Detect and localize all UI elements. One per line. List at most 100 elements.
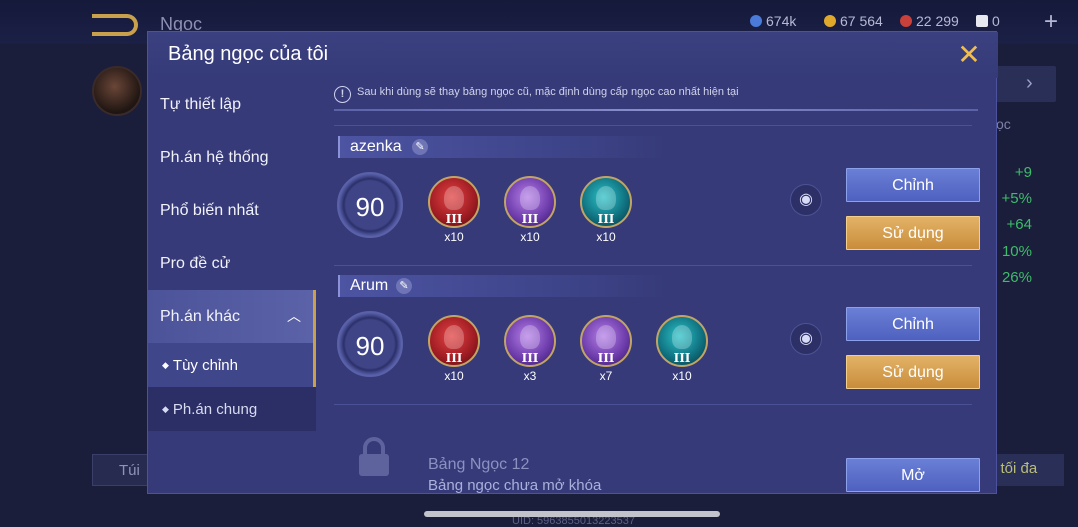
teal-rune-icon[interactable]: III <box>580 176 632 228</box>
sidebar-item-custom-setup[interactable]: Tự thiết lập <box>148 78 316 131</box>
level-value: 90 <box>355 192 385 222</box>
bag-button[interactable]: Túi <box>92 454 152 486</box>
blue-gem-icon <box>750 15 762 27</box>
dialog-header: Bảng ngọc của tôi ✕ <box>148 32 998 78</box>
pencil-icon[interactable]: ✎ <box>412 139 428 155</box>
red-rune-icon[interactable]: III <box>428 315 480 367</box>
purple-rune-icon[interactable]: III <box>580 315 632 367</box>
gold-coin-icon <box>824 15 836 27</box>
rune-shape <box>520 325 540 349</box>
rune-count: x10 <box>444 369 464 383</box>
rune-tier: III <box>445 351 463 365</box>
dialog-title: Bảng ngọc của tôi <box>168 43 329 65</box>
rune-shape <box>596 325 616 349</box>
sidebar-item-label: Phổ biến nhất <box>160 202 259 219</box>
eye-icon[interactable]: ◉ <box>790 323 822 355</box>
teal-rune-icon[interactable]: III <box>656 315 708 367</box>
currency-cards: 0 <box>976 13 1000 29</box>
diamond-icon: ◆ <box>162 360 169 370</box>
edit-button[interactable]: Chỉnh <box>846 168 980 202</box>
red-gem-icon <box>900 15 912 27</box>
rune-page-arum: Arum ✎ 90 III x10 III x3 III x7 III x10 … <box>334 275 980 405</box>
close-icon[interactable]: ✕ <box>956 41 982 69</box>
stat-value: +5% <box>1001 190 1032 207</box>
level-value: 90 <box>355 331 385 361</box>
sidebar-subitem-label: Ph.án chung <box>172 401 258 418</box>
sidebar-item-pro-recommended[interactable]: Pro đề cử <box>148 237 316 290</box>
sidebar-item-label: Ph.án khác <box>160 308 241 325</box>
currency-red-gems: 22 299 <box>900 13 959 29</box>
chevron-up-icon: ︿ <box>287 308 301 324</box>
level-badge: 90 <box>337 311 403 377</box>
notice: ! Sau khi dùng sẽ thay bảng ngọc cũ, mặc … <box>334 86 980 106</box>
sidebar-subitem-label: Tùy chỉnh <box>172 357 238 374</box>
sidebar: Tự thiết lập Ph.án hệ thống Phổ biến nhấ… <box>148 78 316 434</box>
home-indicator[interactable] <box>424 511 720 517</box>
divider <box>334 265 972 266</box>
page-name-bar: Arum ✎ <box>338 275 668 297</box>
page-name: Arum <box>350 277 389 294</box>
page-name: azenka <box>350 138 402 155</box>
card-icon <box>976 15 988 27</box>
rune-tier: III <box>673 351 691 365</box>
sidebar-item-label: Pro đề cử <box>160 255 231 272</box>
lock-icon <box>359 437 389 476</box>
rune-tier: III <box>445 212 463 226</box>
sidebar-item-label: Ph.án hệ thống <box>160 149 269 166</box>
rune-shape <box>596 186 616 210</box>
sidebar-item-most-popular[interactable]: Phổ biến nhất <box>148 184 316 237</box>
rune-count: x10 <box>520 230 540 244</box>
red-rune-icon[interactable]: III <box>428 176 480 228</box>
stat-value: +64 <box>1006 216 1032 233</box>
rune-page-azenka: azenka ✎ 90 III x10 III x10 III x10 ◉ Ch… <box>334 136 980 266</box>
use-button[interactable]: Sử dụng <box>846 216 980 250</box>
edit-button[interactable]: Chỉnh <box>846 307 980 341</box>
rune-pages-dialog: Bảng ngọc của tôi ✕ Tự thiết lập Ph.án h… <box>147 31 998 494</box>
diamond-icon: ◆ <box>162 404 169 414</box>
background-label: ọc <box>996 116 1011 132</box>
stat-value: +9 <box>1014 164 1032 181</box>
rune-shape <box>672 325 692 349</box>
stat-value: 26% <box>1001 269 1032 286</box>
rune-pages-list: ! Sau khi dùng sẽ thay bảng ngọc cũ, mặc … <box>334 78 980 494</box>
stat-value: 10% <box>1001 243 1032 260</box>
divider <box>334 404 972 405</box>
sidebar-item-system-plans[interactable]: Ph.án hệ thống <box>148 131 316 184</box>
rune-shape <box>444 325 464 349</box>
currency-blue-gems: 674k <box>750 13 796 29</box>
rune-count: x10 <box>672 369 692 383</box>
sidebar-subitem-shared[interactable]: ◆ Ph.án chung <box>148 387 316 431</box>
purple-rune-icon[interactable]: III <box>504 176 556 228</box>
rune-tier: III <box>521 212 539 226</box>
currency-gold: 67 564 <box>824 13 883 29</box>
locked-page-title: Bảng Ngọc 12 <box>428 456 530 473</box>
unlock-button[interactable]: Mở <box>846 458 980 492</box>
rune-count: x7 <box>599 369 613 383</box>
use-button[interactable]: Sử dụng <box>846 355 980 389</box>
sidebar-item-other-plans[interactable]: Ph.án khác ︿ <box>148 290 316 343</box>
chevron-right-icon[interactable]: › <box>1026 72 1033 95</box>
max-button[interactable]: o tối đa <box>986 454 1064 486</box>
divider <box>334 109 978 111</box>
rune-shape <box>520 186 540 210</box>
info-icon: ! <box>334 86 351 103</box>
rune-tier: III <box>597 351 615 365</box>
locked-page-subtitle: Bảng ngọc chưa mở khóa <box>428 477 602 494</box>
rune-count: x10 <box>596 230 616 244</box>
notice-text: Sau khi dùng sẽ thay bảng ngọc cũ, mặc đ… <box>357 86 739 98</box>
add-currency-icon[interactable]: + <box>1044 8 1058 36</box>
rune-shape <box>444 186 464 210</box>
eye-icon[interactable]: ◉ <box>790 184 822 216</box>
hero-avatar[interactable] <box>92 66 142 116</box>
rune-tier: III <box>521 351 539 365</box>
level-badge: 90 <box>337 172 403 238</box>
page-name-bar: azenka ✎ <box>338 136 668 158</box>
pencil-icon[interactable]: ✎ <box>396 278 412 294</box>
purple-rune-icon[interactable]: III <box>504 315 556 367</box>
back-icon[interactable] <box>92 14 138 36</box>
sidebar-item-label: Tự thiết lập <box>160 96 241 113</box>
rune-count: x10 <box>444 230 464 244</box>
sidebar-subitem-custom[interactable]: ◆ Tùy chỉnh <box>148 343 316 387</box>
rune-tier: III <box>597 212 615 226</box>
rune-count: x3 <box>523 369 537 383</box>
